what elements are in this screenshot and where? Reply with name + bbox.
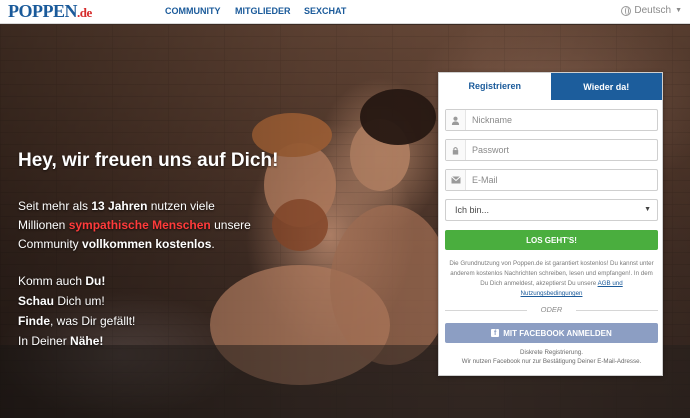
envelope-icon [446,170,466,190]
or-divider: ODER [445,305,658,315]
tab-login[interactable]: Wieder da! [550,73,662,100]
globe-icon [621,5,632,16]
legal-notice: Die Grundnutzung von Poppen.de ist garan… [449,259,654,299]
poppen-logo[interactable]: POPPEN.de [8,1,92,22]
registration-panel: Registrieren Wieder da! Nickname Passwor… [438,72,663,376]
chevron-down-icon: ▼ [644,206,651,213]
discreet-line: Diskrete Registrierung. [520,349,583,356]
tab-register[interactable]: Registrieren [439,73,551,100]
facebook-icon: f [491,329,500,337]
nickname-field[interactable]: Nickname [445,109,658,131]
hero-headline: Hey, wir freuen uns auf Dich! [18,150,279,171]
discreet-notice: Diskrete Registrierung. Wir nutzen Faceb… [449,348,654,366]
chevron-down-icon: ▼ [675,7,682,14]
cta-line: Schau Dich um! [18,291,135,311]
nav-mitglieder-link[interactable]: MITGLIEDER [235,6,291,16]
gender-select[interactable]: Ich bin... ▼ [445,199,658,221]
lock-icon [446,140,466,160]
cta-line: In Deiner Nähe! [18,331,135,351]
language-selector[interactable]: Deutsch ▼ [621,5,682,16]
cta-bold: Du! [85,274,106,288]
facebook-login-button[interactable]: f MIT FACEBOOK ANMELDEN [445,323,658,343]
intro-years-highlight: 13 Jahren [91,199,148,213]
intro-text-part: . [211,237,215,251]
legal-text: Die Grundnutzung von Poppen.de ist garan… [449,260,654,287]
discreet-line: Wir nutzen Facebook nur zur Bestätigung … [461,358,642,365]
logo-tld-text: .de [77,5,92,20]
hero-intro-text: Seit mehr als 13 Jahren nutzen viele Mil… [18,197,258,254]
user-icon [446,110,466,130]
cta-plain: Komm auch [18,274,86,288]
cta-plain: Dich um! [54,294,105,308]
nickname-placeholder: Nickname [472,115,513,125]
cta-line: Komm auch Du! [18,271,135,291]
password-placeholder: Passwort [472,145,510,155]
nav-sexchat-link[interactable]: SEXCHAT [304,6,346,16]
cta-bold: Schau [18,294,55,308]
intro-red-highlight: sympathische Menschen [68,218,211,232]
cta-bold: Finde [18,314,50,328]
divider-line [576,310,658,311]
hero-call-to-action: Komm auch Du! Schau Dich um! Finde, was … [18,271,135,351]
password-field[interactable]: Passwort [445,139,658,161]
submit-register-button[interactable]: LOS GEHT'S! [445,230,658,250]
nav-community-link[interactable]: COMMUNITY [165,6,221,16]
cta-line: Finde, was Dir gefällt! [18,311,135,331]
email-field[interactable]: E-Mail [445,169,658,191]
language-label: Deutsch [634,5,672,16]
auth-tabs: Registrieren Wieder da! [439,73,662,100]
gender-select-value: Ich bin... [455,205,490,215]
cta-plain: , was Dir gefällt! [50,314,136,328]
cta-bold: Nähe! [70,334,104,348]
logo-main-text: POPPEN [8,1,78,21]
email-placeholder: E-Mail [472,175,498,185]
cta-plain: In Deiner [18,334,71,348]
intro-text-part: Seit mehr als [18,199,92,213]
facebook-button-label: MIT FACEBOOK ANMELDEN [503,328,612,338]
intro-free-highlight: vollkommen kostenlos [82,237,212,251]
top-navigation-bar: POPPEN.de COMMUNITY MITGLIEDER SEXCHAT D… [0,0,690,24]
